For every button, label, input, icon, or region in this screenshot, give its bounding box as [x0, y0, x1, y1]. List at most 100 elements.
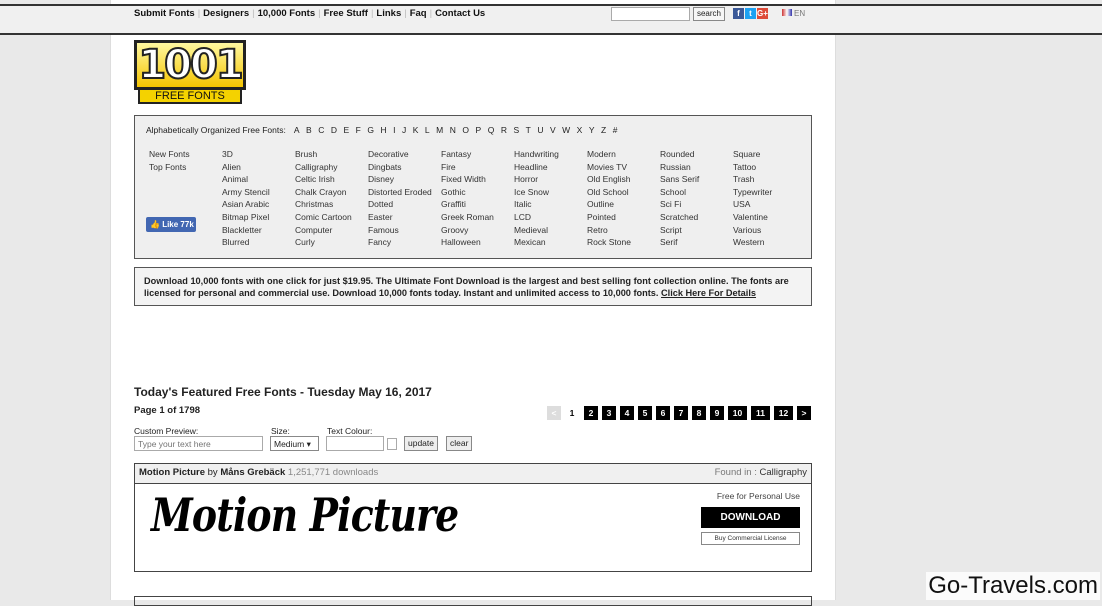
letter-link[interactable]: N: [450, 125, 456, 135]
category-link[interactable]: Outline: [587, 199, 614, 209]
buy-commercial-license-button[interactable]: Buy Commercial License: [701, 532, 800, 545]
category-link[interactable]: Various: [733, 225, 761, 235]
category-link[interactable]: Rounded: [660, 149, 695, 159]
category-link[interactable]: Calligraphy: [295, 162, 338, 172]
pager-page[interactable]: 8: [692, 406, 706, 420]
nav-link-submit-fonts[interactable]: Submit Fonts: [134, 8, 195, 19]
download-button[interactable]: DOWNLOAD: [701, 507, 800, 528]
category-link[interactable]: Old School: [587, 187, 629, 197]
category-link[interactable]: Headline: [514, 162, 548, 172]
category-link[interactable]: Greek Roman: [441, 212, 494, 222]
category-link[interactable]: Dingbats: [368, 162, 402, 172]
category-link[interactable]: Old English: [587, 174, 630, 184]
category-link[interactable]: Famous: [368, 225, 399, 235]
pager-page[interactable]: 9: [710, 406, 724, 420]
category-link[interactable]: Celtic Irish: [295, 174, 335, 184]
category-link[interactable]: Russian: [660, 162, 691, 172]
category-link[interactable]: Decorative: [368, 149, 409, 159]
category-link[interactable]: 3D: [222, 149, 233, 159]
language-selector[interactable]: EN: [782, 9, 805, 18]
letter-link[interactable]: P: [476, 125, 482, 135]
category-link[interactable]: Ice Snow: [514, 187, 549, 197]
category-link[interactable]: Comic Cartoon: [295, 212, 352, 222]
pager-page[interactable]: 5: [638, 406, 652, 420]
category-link[interactable]: Sci Fi: [660, 199, 681, 209]
category-link[interactable]: School: [660, 187, 686, 197]
category-link[interactable]: Serif: [660, 237, 677, 247]
category-link[interactable]: Horror: [514, 174, 538, 184]
letter-link[interactable]: Q: [488, 125, 495, 135]
letter-link[interactable]: Z: [601, 125, 606, 135]
promo-link[interactable]: Click Here For Details: [661, 288, 756, 298]
letter-link[interactable]: C: [318, 125, 324, 135]
found-in-category-link[interactable]: Calligraphy: [759, 467, 807, 478]
pager-page[interactable]: 11: [751, 406, 770, 420]
font-preview[interactable]: Motion Picture: [151, 488, 459, 542]
letter-link[interactable]: B: [306, 125, 312, 135]
category-link[interactable]: Western: [733, 237, 765, 247]
pager-next[interactable]: >: [797, 406, 811, 420]
text-colour-input[interactable]: [326, 436, 384, 451]
category-link[interactable]: Christmas: [295, 199, 333, 209]
letter-link[interactable]: J: [402, 125, 406, 135]
letter-link[interactable]: O: [462, 125, 469, 135]
pager-page[interactable]: 12: [774, 406, 793, 420]
category-link[interactable]: Fancy: [368, 237, 391, 247]
letter-link[interactable]: Y: [589, 125, 595, 135]
category-link[interactable]: Blackletter: [222, 225, 262, 235]
category-link[interactable]: Computer: [295, 225, 332, 235]
category-link[interactable]: Gothic: [441, 187, 466, 197]
category-link[interactable]: Bitmap Pixel: [222, 212, 269, 222]
pager-page[interactable]: 3: [602, 406, 616, 420]
letter-link[interactable]: D: [331, 125, 337, 135]
category-link[interactable]: Handwriting: [514, 149, 559, 159]
category-link[interactable]: Fixed Width: [441, 174, 486, 184]
category-link[interactable]: Brush: [295, 149, 317, 159]
category-link[interactable]: Retro: [587, 225, 608, 235]
clear-button[interactable]: clear: [446, 436, 473, 451]
category-link[interactable]: Top Fonts: [149, 162, 186, 172]
letter-link[interactable]: A: [294, 125, 300, 135]
pager-page[interactable]: 6: [656, 406, 670, 420]
category-link[interactable]: Disney: [368, 174, 394, 184]
colour-swatch[interactable]: [387, 438, 397, 450]
category-link[interactable]: Distorted Eroded: [368, 187, 432, 197]
category-link[interactable]: Typewriter: [733, 187, 772, 197]
font-author-link[interactable]: Måns Grebäck: [220, 467, 285, 478]
category-link[interactable]: Trash: [733, 174, 754, 184]
category-link[interactable]: Mexican: [514, 237, 546, 247]
category-link[interactable]: Pointed: [587, 212, 616, 222]
category-link[interactable]: Blurred: [222, 237, 249, 247]
category-link[interactable]: Italic: [514, 199, 531, 209]
category-link[interactable]: Square: [733, 149, 760, 159]
category-link[interactable]: Scratched: [660, 212, 698, 222]
site-logo[interactable]: 1001 FREE FONTS: [134, 40, 246, 106]
letter-link[interactable]: X: [577, 125, 583, 135]
letter-link[interactable]: E: [343, 125, 349, 135]
twitter-icon[interactable]: t: [745, 8, 756, 19]
letter-link[interactable]: G: [367, 125, 374, 135]
letter-link[interactable]: U: [537, 125, 543, 135]
size-select[interactable]: Medium ▾: [270, 436, 319, 451]
category-link[interactable]: LCD: [514, 212, 531, 222]
font-name-link[interactable]: Motion Picture: [139, 467, 205, 478]
letter-link[interactable]: L: [425, 125, 430, 135]
pager-prev[interactable]: <: [547, 406, 561, 420]
category-link[interactable]: Easter: [368, 212, 393, 222]
custom-preview-input[interactable]: [134, 436, 263, 451]
pager-page[interactable]: 10: [728, 406, 747, 420]
category-link[interactable]: Chalk Crayon: [295, 187, 347, 197]
category-link[interactable]: Animal: [222, 174, 248, 184]
category-link[interactable]: Groovy: [441, 225, 468, 235]
category-link[interactable]: Script: [660, 225, 682, 235]
letter-link[interactable]: H: [380, 125, 386, 135]
category-link[interactable]: Army Stencil: [222, 187, 270, 197]
nav-link-10-000-fonts[interactable]: 10,000 Fonts: [258, 8, 316, 19]
category-link[interactable]: Movies TV: [587, 162, 627, 172]
category-link[interactable]: Alien: [222, 162, 241, 172]
search-button[interactable]: search: [693, 7, 725, 21]
nav-link-designers[interactable]: Designers: [203, 8, 249, 19]
nav-link-free-stuff[interactable]: Free Stuff: [324, 8, 368, 19]
category-link[interactable]: Halloween: [441, 237, 481, 247]
letter-link[interactable]: M: [436, 125, 443, 135]
